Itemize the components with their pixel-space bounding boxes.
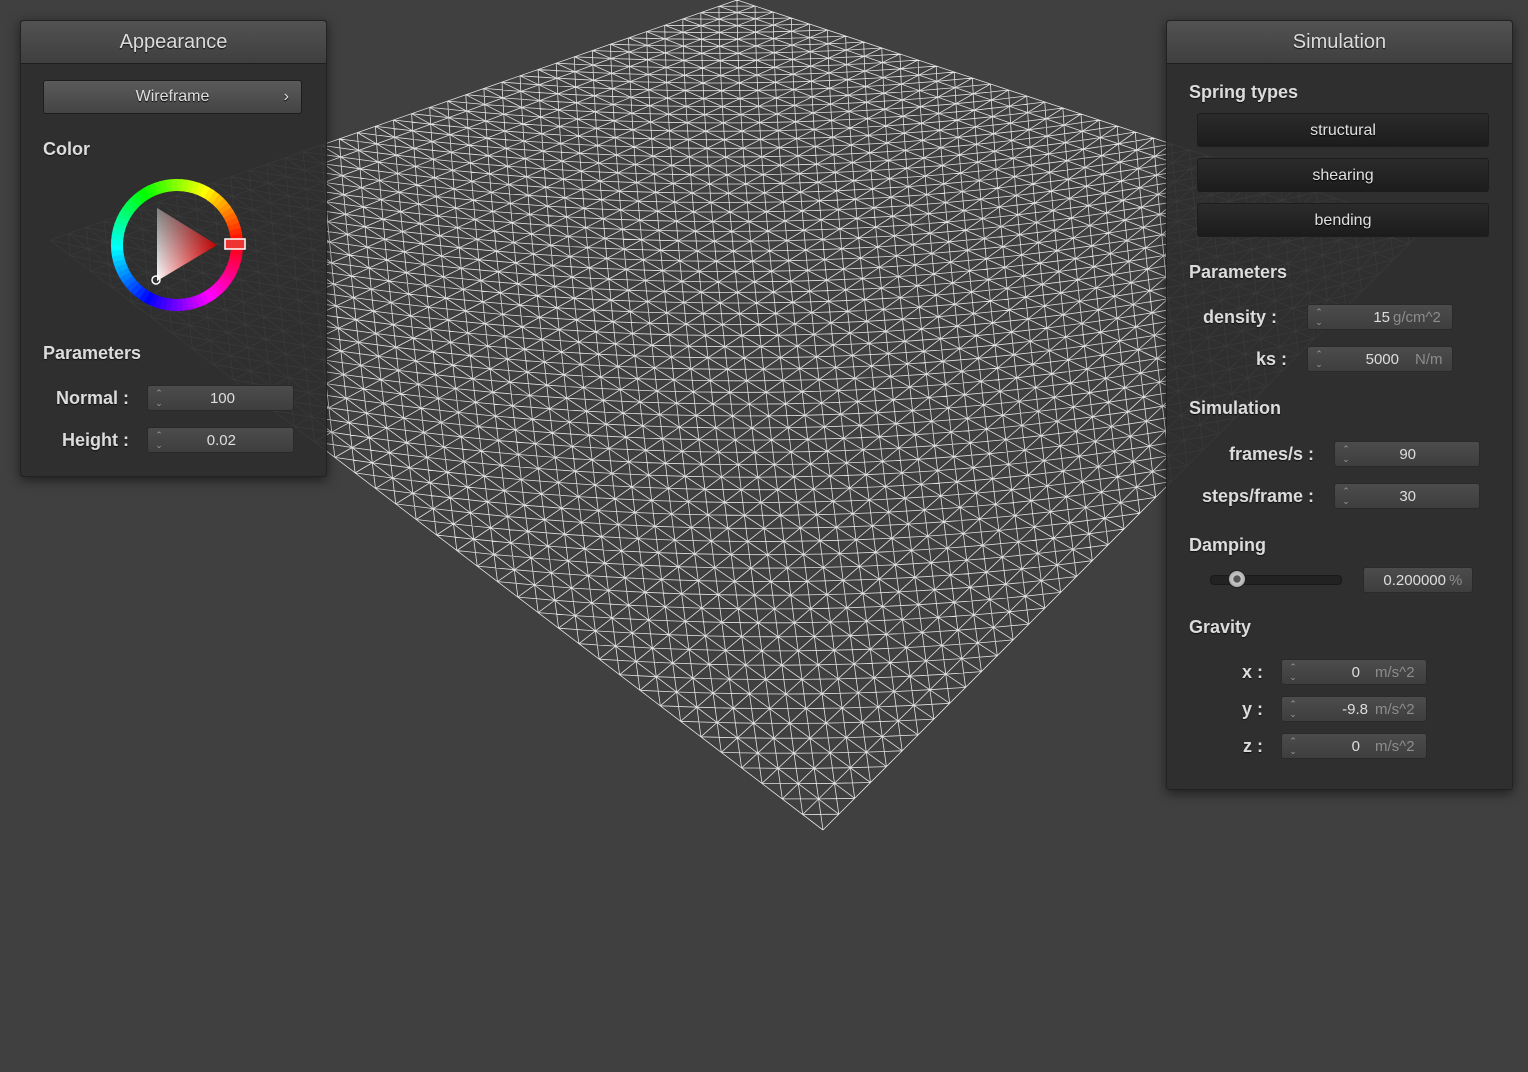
stepper-icon[interactable]: ⌃ ⌄ xyxy=(1288,736,1298,756)
ks-label: ks : xyxy=(1255,349,1287,369)
shader-select-button[interactable]: Wireframe › xyxy=(43,80,302,114)
gravity-z-unit: m/s^2 xyxy=(1375,738,1415,755)
gravity-z-value: 0 xyxy=(1351,738,1360,755)
simulation-panel: Simulation Spring types structural shear… xyxy=(1166,20,1513,790)
stepper-icon[interactable]: ⌃ ⌄ xyxy=(1288,662,1298,682)
gravity-x-value: 0 xyxy=(1351,664,1360,681)
appearance-panel: Appearance Wireframe › Color Parameters … xyxy=(20,20,327,477)
damping-unit: % xyxy=(1449,572,1463,589)
gravity-y-unit: m/s^2 xyxy=(1375,701,1415,718)
density-value: 15 xyxy=(1373,309,1390,326)
gravity-x-unit: m/s^2 xyxy=(1375,664,1415,681)
stepper-icon[interactable]: ⌃ ⌄ xyxy=(1314,349,1324,369)
damping-section-label: Damping xyxy=(1189,535,1267,555)
damping-slider-knob[interactable] xyxy=(1228,570,1246,588)
appearance-panel-title: Appearance xyxy=(21,21,326,64)
structural-label: structural xyxy=(1310,122,1376,139)
stepper-icon[interactable]: ⌃ ⌄ xyxy=(1288,699,1298,719)
simulation-parameters-label: Parameters xyxy=(1189,262,1288,282)
normal-input[interactable]: ⌃ ⌄ 100 xyxy=(147,385,294,411)
bending-label: bending xyxy=(1314,212,1372,229)
steps-per-frame-input[interactable]: ⌃ ⌄ 30 xyxy=(1334,483,1480,509)
shearing-toggle-button[interactable]: shearing xyxy=(1197,158,1489,192)
simulation-section-label: Simulation xyxy=(1189,398,1282,418)
density-unit: g/cm^2 xyxy=(1393,309,1441,326)
damping-input[interactable]: 0.200000 % xyxy=(1363,567,1473,593)
structural-toggle-button[interactable]: structural xyxy=(1197,113,1489,147)
normal-label: Normal : xyxy=(55,388,129,408)
gravity-z-label: z : xyxy=(1243,736,1263,756)
shader-select-label: Wireframe xyxy=(135,88,210,105)
damping-value: 0.200000 xyxy=(1383,572,1446,589)
ks-unit: N/m xyxy=(1415,351,1443,368)
gravity-y-input[interactable]: ⌃ ⌄ -9.8 m/s^2 xyxy=(1281,696,1427,722)
color-picker-handle[interactable] xyxy=(151,275,161,285)
density-label: density : xyxy=(1202,307,1277,327)
color-section-label: Color xyxy=(43,139,90,159)
simulation-panel-title: Simulation xyxy=(1167,21,1512,64)
ks-input[interactable]: ⌃ ⌄ 5000 N/m xyxy=(1307,346,1453,372)
ks-value: 5000 xyxy=(1365,351,1399,368)
steps-per-frame-value: 30 xyxy=(1399,488,1416,505)
color-wheel[interactable] xyxy=(107,175,247,315)
gravity-x-label: x : xyxy=(1241,662,1263,682)
gravity-z-input[interactable]: ⌃ ⌄ 0 m/s^2 xyxy=(1281,733,1427,759)
bending-toggle-button[interactable]: bending xyxy=(1197,203,1489,237)
height-input[interactable]: ⌃ ⌄ 0.02 xyxy=(147,427,294,453)
spring-types-label: Spring types xyxy=(1189,82,1299,102)
appearance-parameters-label: Parameters xyxy=(43,343,142,363)
gravity-y-label: y : xyxy=(1241,699,1263,719)
gravity-y-value: -9.8 xyxy=(1342,701,1368,718)
frames-per-second-value: 90 xyxy=(1399,446,1416,463)
height-label: Height : xyxy=(62,430,129,450)
hue-selector-handle[interactable] xyxy=(224,238,246,250)
height-value: 0.02 xyxy=(206,432,236,449)
gravity-section-label: Gravity xyxy=(1189,617,1252,637)
shearing-label: shearing xyxy=(1312,167,1374,184)
chevron-right-icon: › xyxy=(283,88,289,105)
steps-per-frame-label: steps/frame : xyxy=(1201,486,1314,506)
stepper-icon[interactable]: ⌃ ⌄ xyxy=(1314,307,1324,327)
density-input[interactable]: ⌃ ⌄ 15 g/cm^2 xyxy=(1307,304,1453,330)
frames-per-second-input[interactable]: ⌃ ⌄ 90 xyxy=(1334,441,1480,467)
frames-per-second-label: frames/s : xyxy=(1228,444,1314,464)
gravity-x-input[interactable]: ⌃ ⌄ 0 m/s^2 xyxy=(1281,659,1427,685)
normal-value: 100 xyxy=(209,390,235,407)
